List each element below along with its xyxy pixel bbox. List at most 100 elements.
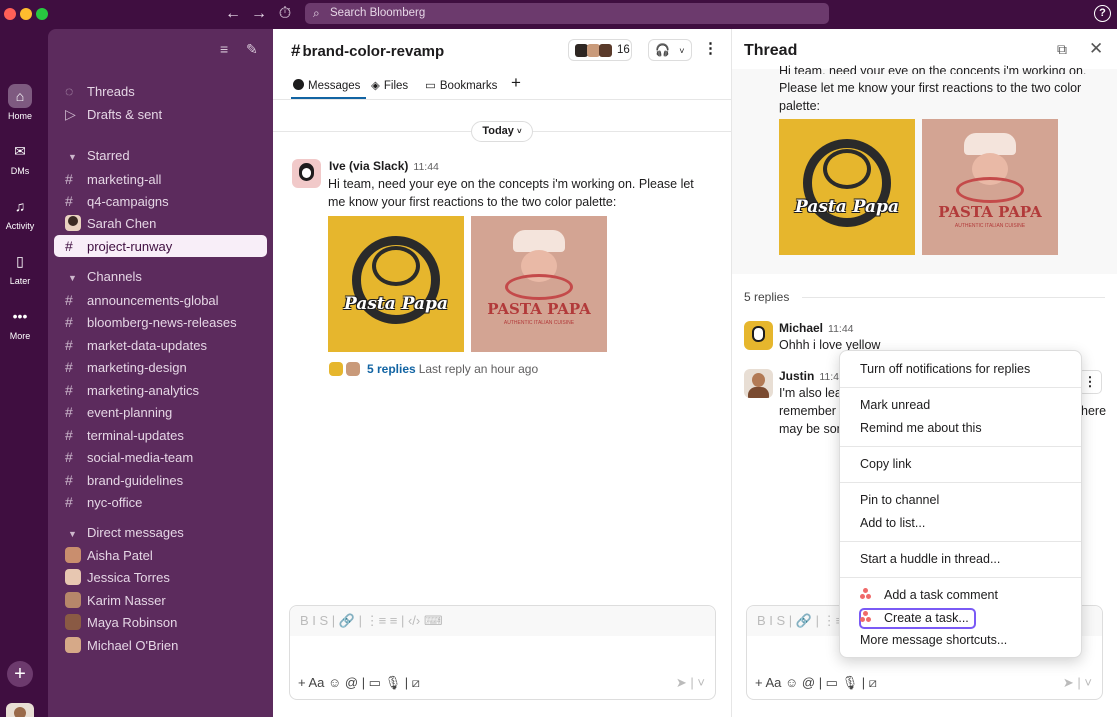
- history-icon[interactable]: ⏱: [275, 4, 295, 24]
- help-icon[interactable]: ?: [1094, 5, 1111, 22]
- sidebar-dm[interactable]: Jessica Torres: [54, 567, 267, 589]
- sidebar-dm[interactable]: Karim Nasser: [54, 590, 267, 612]
- hash-icon: #: [291, 41, 301, 60]
- reply-author[interactable]: Michael 11:44: [779, 321, 854, 335]
- menu-item-more-shortcuts[interactable]: More message shortcuts...: [860, 633, 1007, 647]
- rail-later[interactable]: ▯ Later: [0, 249, 40, 286]
- send-button[interactable]: ➤ | ˅: [1063, 675, 1092, 691]
- menu-item-copy-link[interactable]: Copy link: [860, 457, 911, 471]
- menu-separator: [840, 541, 1081, 542]
- sidebar-item-drafts[interactable]: ▷ Drafts & sent: [54, 103, 267, 125]
- menu-item-turn-off-notifications[interactable]: Turn off notifications for replies: [860, 362, 1030, 376]
- send-button[interactable]: ➤ | ˅: [676, 675, 705, 691]
- add-workspace-button[interactable]: +: [7, 661, 33, 687]
- minimize-window-button[interactable]: [20, 8, 32, 20]
- section-label: Starred: [87, 148, 130, 163]
- rail-more[interactable]: ••• More: [0, 304, 40, 341]
- tab-files[interactable]: ◈ Files: [371, 77, 408, 95]
- tab-bookmarks[interactable]: ▭ Bookmarks: [425, 77, 497, 95]
- huddle-button[interactable]: 🎧 ˅: [648, 39, 692, 61]
- channel-title[interactable]: # brand-color-revamp: [291, 41, 446, 61]
- sidebar-channel[interactable]: # brand-guidelines: [54, 469, 267, 491]
- sidebar-item-marketing-all[interactable]: # marketing-all: [54, 168, 267, 190]
- avatar[interactable]: [292, 159, 321, 188]
- image-attachment-pink[interactable]: PASTA PAPA AUTHENTIC ITALIAN CUISINE: [922, 119, 1058, 255]
- message-composer[interactable]: B I S | 🔗 | ⋮≡ ≡ | ‹/› ⌨ + Aa ☺ @ | ▭ 🎙 …: [289, 605, 716, 700]
- caret-down-icon: ▼: [68, 529, 77, 539]
- menu-item-mark-unread[interactable]: Mark unread: [860, 398, 930, 412]
- menu-item-create-task[interactable]: Create a task...: [860, 611, 969, 625]
- image-attachment-yellow[interactable]: Pasta Papa: [328, 216, 464, 352]
- menu-separator: [840, 446, 1081, 447]
- sidebar-channel[interactable]: # terminal-updates: [54, 424, 267, 446]
- menu-item-remind-me[interactable]: Remind me about this: [860, 421, 982, 435]
- formatting-toolbar[interactable]: B I S | 🔗 | ⋮≡ ≡ | ‹/› ⌨: [290, 606, 715, 636]
- sidebar-channel[interactable]: # marketing-design: [54, 356, 267, 378]
- back-arrow-icon[interactable]: ←: [223, 4, 243, 24]
- sidebar-dm[interactable]: Maya Robinson: [54, 612, 267, 634]
- hash-icon: #: [65, 238, 73, 254]
- logo-text: PASTA PAPA: [487, 300, 591, 318]
- send-icon: ▷: [65, 106, 76, 122]
- close-window-button[interactable]: [4, 8, 16, 20]
- avatar[interactable]: [744, 369, 773, 398]
- chevron-down-icon[interactable]: ˅: [679, 46, 684, 56]
- add-tab-button[interactable]: +: [511, 74, 521, 92]
- sidebar-channel[interactable]: # nyc-office: [54, 491, 267, 513]
- search-input[interactable]: ⌕ Search Bloomberg: [305, 3, 829, 24]
- rail-dms[interactable]: ✉ DMs: [0, 139, 40, 176]
- files-icon: ◈: [371, 80, 380, 92]
- reply-author[interactable]: Justin 11:44: [779, 369, 845, 383]
- forward-arrow-icon[interactable]: →: [249, 4, 269, 24]
- reply-text-line: may be som: [779, 422, 848, 436]
- date-divider[interactable]: Today ˅: [471, 121, 533, 142]
- sidebar-channel[interactable]: # market-data-updates: [54, 334, 267, 356]
- section-direct-messages[interactable]: ▼ Direct messages: [54, 522, 267, 544]
- menu-item-add-to-list[interactable]: Add to list...: [860, 516, 925, 530]
- popout-icon[interactable]: ⧉: [1057, 41, 1067, 58]
- sidebar-item-project-runway[interactable]: # project-runway: [54, 235, 267, 257]
- members-button[interactable]: 16: [568, 39, 632, 61]
- rail-activity[interactable]: ♫ Activity: [0, 194, 40, 231]
- image-attachment-yellow[interactable]: Pasta Papa: [779, 119, 915, 255]
- headphones-icon: 🎧: [655, 43, 670, 57]
- sidebar-item-q4-campaigns[interactable]: # q4-campaigns: [54, 190, 267, 212]
- message-author[interactable]: Ive (via Slack) 11:44: [329, 159, 439, 173]
- sidebar-dm[interactable]: Aisha Patel: [54, 545, 267, 567]
- thread-replies-link[interactable]: 5 replies Last reply an hour ago: [329, 362, 538, 376]
- section-channels[interactable]: ▼ Channels: [54, 266, 267, 288]
- sidebar-item-threads[interactable]: ◌ Threads: [54, 80, 267, 102]
- user-avatar[interactable]: [6, 703, 34, 717]
- sidebar-channel[interactable]: # bloomberg-news-releases: [54, 311, 267, 333]
- menu-item-pin-to-channel[interactable]: Pin to channel: [860, 493, 939, 507]
- section-starred[interactable]: ▼ Starred: [54, 145, 267, 167]
- channel-more-icon[interactable]: ⋮: [703, 39, 718, 59]
- menu-item-start-huddle[interactable]: Start a huddle in thread...: [860, 552, 1000, 566]
- section-label: Direct messages: [87, 525, 184, 540]
- sidebar-channel[interactable]: # marketing-analytics: [54, 379, 267, 401]
- filter-icon[interactable]: ≡: [220, 41, 228, 57]
- image-attachment-pink[interactable]: PASTA PAPA AUTHENTIC ITALIAN CUISINE: [471, 216, 607, 352]
- sidebar-item-label: nyc-office: [87, 495, 143, 510]
- message-time[interactable]: 11:44: [413, 161, 439, 173]
- close-icon[interactable]: ✕: [1089, 39, 1103, 59]
- message-time[interactable]: 11:44: [828, 323, 854, 335]
- sidebar-dm[interactable]: Michael O'Brien: [54, 635, 267, 657]
- zoom-window-button[interactable]: [36, 8, 48, 20]
- sidebar-channel[interactable]: # announcements-global: [54, 289, 267, 311]
- composer-toolbar[interactable]: + Aa ☺ @ | ▭ 🎙 | ⧄: [298, 675, 420, 691]
- sidebar-item-sarah-chen[interactable]: Sarah Chen: [54, 213, 267, 235]
- avatar: [346, 362, 360, 376]
- avatar[interactable]: [744, 321, 773, 350]
- compose-icon[interactable]: ✎: [246, 41, 258, 58]
- tab-messages[interactable]: Messages: [293, 77, 360, 95]
- menu-item-add-task-comment[interactable]: Add a task comment: [860, 588, 998, 602]
- parent-text-partial: Hi team, need your eye on the concepts i…: [779, 64, 1087, 74]
- hash-icon: #: [65, 193, 73, 209]
- hash-icon: #: [65, 314, 73, 330]
- sidebar-item-label: Threads: [87, 84, 135, 99]
- composer-toolbar[interactable]: + Aa ☺ @ | ▭ 🎙 | ⧄: [755, 675, 877, 691]
- rail-home[interactable]: ⌂ Home: [0, 84, 40, 121]
- sidebar-channel[interactable]: # event-planning: [54, 401, 267, 423]
- sidebar-channel[interactable]: # social-media-team: [54, 446, 267, 468]
